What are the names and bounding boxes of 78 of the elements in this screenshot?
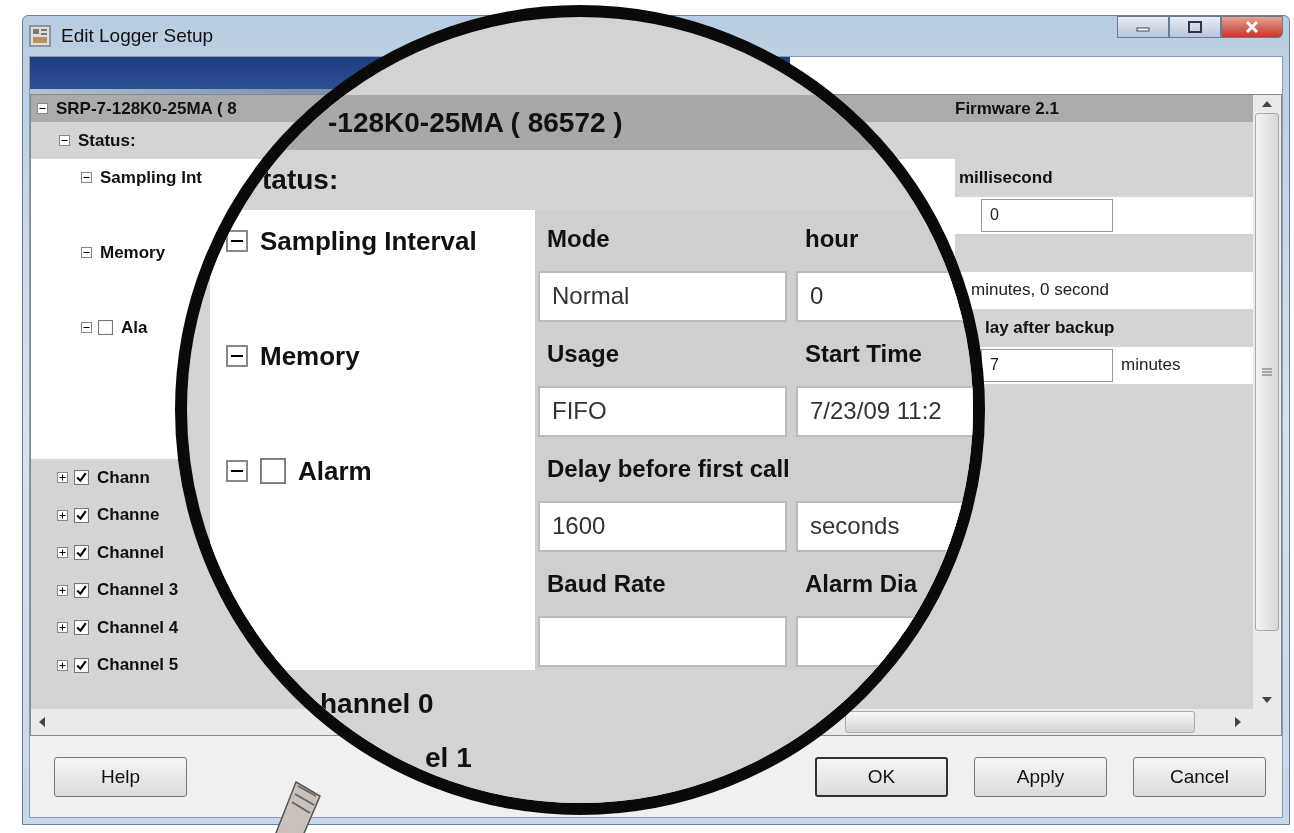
tree-item[interactable]: Memory (100, 242, 166, 263)
dialog-button[interactable]: OK (815, 756, 948, 797)
checkbox[interactable] (74, 545, 89, 561)
close-icon (1244, 20, 1260, 34)
field-label: millisecond (958, 167, 1053, 188)
tree-item[interactable]: hannel 0 (320, 688, 434, 720)
scroll-thumb[interactable] (1255, 113, 1279, 631)
input-field[interactable]: Normal (538, 270, 787, 322)
input-field[interactable]: 0 (981, 198, 1113, 232)
collapse-icon[interactable] (226, 345, 248, 367)
checkbox[interactable] (74, 507, 89, 523)
tree-item[interactable]: Status: (78, 130, 136, 151)
window-title: Edit Logger Setup (61, 25, 214, 47)
collapse-icon[interactable] (226, 460, 248, 482)
device-label: -128K0-25MA ( 86572 ) (328, 106, 623, 139)
maximize-icon (1188, 21, 1202, 33)
expand-icon[interactable] (57, 509, 68, 521)
tree-item[interactable]: Channel 5 (97, 655, 179, 676)
input-field[interactable]: FIFO (538, 385, 787, 437)
tree-item[interactable]: Sampling Int (100, 167, 202, 188)
close-button[interactable] (1221, 16, 1283, 38)
right-arrow-icon[interactable] (1235, 717, 1241, 727)
field-label: lay after backup (984, 317, 1115, 338)
left-arrow-icon[interactable] (39, 717, 45, 727)
tree-item[interactable]: Channel 4 (97, 617, 179, 638)
up-arrow-icon[interactable] (1262, 101, 1272, 107)
tree-item[interactable]: el 1 (425, 742, 472, 774)
checkbox[interactable] (260, 458, 286, 484)
dialog-button[interactable]: Apply (974, 756, 1107, 797)
vertical-scrollbar[interactable] (1253, 95, 1281, 709)
input-field[interactable]: 7/23/09 11:2 (796, 385, 973, 437)
duration-text: minutes, 0 second (970, 280, 1109, 301)
minimize-button[interactable] (1117, 16, 1169, 38)
tree-item[interactable]: Channe (97, 505, 160, 526)
checkbox[interactable] (74, 470, 89, 486)
collapse-icon[interactable] (226, 230, 248, 252)
field-label: Usage (547, 339, 620, 368)
field-label: hour (805, 224, 859, 253)
expand-icon[interactable] (57, 584, 68, 596)
field-label: Alarm Dia (805, 569, 918, 598)
expand-icon[interactable] (57, 547, 68, 559)
expand-icon[interactable] (57, 472, 68, 484)
collapse-icon[interactable] (81, 322, 92, 334)
checkbox[interactable] (74, 582, 89, 598)
grip-icon (1262, 368, 1272, 376)
maximize-button[interactable] (1169, 16, 1221, 38)
dialog-button[interactable]: Cancel (1133, 756, 1266, 797)
collapse-icon[interactable] (81, 172, 92, 184)
collapse-icon[interactable] (37, 103, 48, 114)
tree-item[interactable]: Chann (97, 467, 150, 488)
checkbox[interactable] (74, 620, 89, 636)
field-label: Start Time (805, 339, 922, 368)
field-label: Delay before first call (547, 454, 790, 483)
firmware-label: Firmware 2.1 (955, 98, 1059, 119)
section-label: tatus: (262, 164, 339, 196)
scroll-thumb[interactable] (845, 711, 1195, 733)
field-label: Mode (547, 224, 610, 253)
app-icon (29, 25, 51, 47)
checkbox[interactable] (98, 320, 113, 336)
unit-label: minutes (1121, 355, 1181, 376)
help-button[interactable]: Help (54, 756, 187, 797)
down-arrow-icon[interactable] (1262, 697, 1272, 703)
expand-icon[interactable] (57, 622, 68, 634)
input-field[interactable]: 7 (981, 348, 1113, 382)
tree-item[interactable]: Channel 3 (97, 580, 179, 601)
device-label: SRP-7-128K0-25MA ( 8 (56, 98, 237, 119)
tree-item[interactable]: Alarm (298, 456, 372, 487)
input-field[interactable]: 1600 (538, 500, 787, 552)
expand-icon[interactable] (57, 659, 68, 671)
collapse-icon[interactable] (59, 135, 70, 146)
tree-item[interactable]: Memory (260, 341, 360, 372)
tree-item[interactable]: Sampling Interval (260, 226, 477, 257)
checkbox[interactable] (74, 657, 89, 673)
input-field[interactable] (538, 615, 787, 667)
tree-item[interactable]: Ala (121, 317, 148, 338)
collapse-icon[interactable] (81, 247, 92, 259)
tree-item[interactable]: Channel (97, 542, 165, 563)
field-label: Baud Rate (547, 569, 666, 598)
